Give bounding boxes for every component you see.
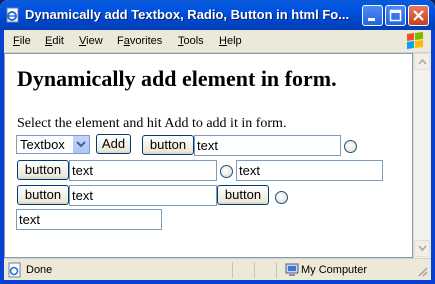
status-text: Done bbox=[26, 264, 53, 276]
windows-logo-icon bbox=[402, 30, 428, 52]
done-page-icon bbox=[7, 262, 23, 278]
dynamic-button[interactable]: button bbox=[217, 185, 269, 205]
dynamic-textbox[interactable]: text bbox=[69, 160, 217, 181]
my-computer-icon bbox=[284, 262, 300, 278]
scroll-up-button[interactable] bbox=[414, 53, 430, 70]
close-button[interactable] bbox=[408, 5, 429, 26]
chevron-down-icon bbox=[418, 245, 427, 252]
menu-tools[interactable]: Tools bbox=[178, 35, 204, 47]
dynamic-textbox[interactable]: text bbox=[194, 135, 341, 156]
menu-help[interactable]: Help bbox=[219, 35, 242, 47]
page-heading: Dynamically add element in form. bbox=[17, 66, 337, 91]
maximize-button[interactable] bbox=[385, 5, 406, 26]
dynamic-textbox[interactable]: text bbox=[69, 185, 217, 206]
dynamic-button[interactable]: button bbox=[17, 185, 69, 205]
menu-bar: File Edit View Favorites Tools Help bbox=[4, 30, 431, 53]
window-border-bottom bbox=[0, 280, 435, 284]
maximize-icon bbox=[389, 9, 402, 22]
status-divider bbox=[254, 262, 255, 278]
resize-grip-icon[interactable] bbox=[416, 265, 428, 277]
title-bar[interactable]: Dynamically add Textbox, Radio, Button i… bbox=[0, 0, 435, 30]
menu-edit[interactable]: Edit bbox=[45, 35, 64, 47]
dynamic-textbox[interactable]: text bbox=[16, 209, 162, 230]
dynamic-radio[interactable] bbox=[275, 191, 288, 204]
instructions-text: Select the element and hit Add to add it… bbox=[17, 116, 287, 131]
page-content: Dynamically add element in form. Select … bbox=[4, 53, 413, 258]
status-divider bbox=[232, 262, 233, 278]
menu-view[interactable]: View bbox=[79, 35, 103, 47]
window-title: Dynamically add Textbox, Radio, Button i… bbox=[25, 7, 350, 22]
menu-file[interactable]: File bbox=[13, 35, 31, 47]
minimize-button[interactable] bbox=[362, 5, 383, 26]
ie-page-icon bbox=[5, 7, 21, 23]
chevron-up-icon bbox=[418, 58, 427, 65]
dynamic-button[interactable]: button bbox=[17, 160, 69, 180]
chevron-down-icon[interactable] bbox=[72, 136, 89, 153]
status-divider bbox=[276, 262, 277, 278]
window-border-right bbox=[431, 30, 435, 284]
select-value: Textbox bbox=[20, 137, 65, 152]
browser-window: Dynamically add Textbox, Radio, Button i… bbox=[0, 0, 435, 284]
dynamic-button[interactable]: button bbox=[142, 135, 194, 155]
dynamic-radio[interactable] bbox=[344, 140, 357, 153]
status-bar: Done My Computer bbox=[4, 258, 431, 281]
close-icon bbox=[413, 10, 424, 21]
window-border-left bbox=[0, 30, 4, 284]
security-zone-text: My Computer bbox=[301, 264, 368, 276]
minimize-icon bbox=[368, 18, 375, 21]
add-button[interactable]: Add bbox=[96, 134, 131, 154]
vertical-scrollbar[interactable] bbox=[413, 53, 430, 258]
menu-favorites[interactable]: Favorites bbox=[117, 35, 162, 47]
dynamic-radio[interactable] bbox=[220, 165, 233, 178]
dynamic-textbox[interactable]: text bbox=[236, 160, 383, 181]
scroll-down-button[interactable] bbox=[414, 240, 430, 257]
element-type-select[interactable]: Textbox bbox=[16, 135, 90, 154]
